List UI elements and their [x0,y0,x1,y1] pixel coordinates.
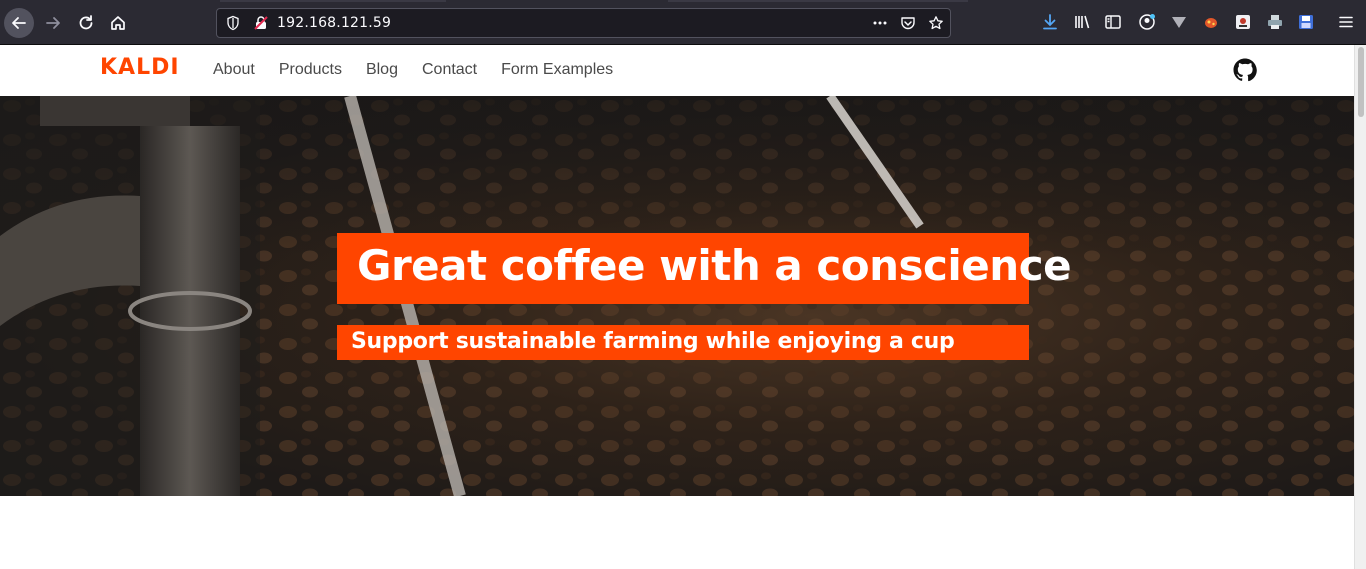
site-navbar: KALDI About Products Blog Contact Form E… [0,45,1354,96]
nav-links: About Products Blog Contact Form Example… [213,61,637,79]
tab-strip-edge [220,0,446,2]
extension-button[interactable] [1297,13,1315,31]
account-icon [1139,14,1155,30]
hero-banner: Great coffee with a conscience Support s… [0,96,1354,496]
extension-button[interactable] [1202,13,1220,31]
sidebar-button[interactable] [1104,13,1122,31]
extension-icon [1205,18,1217,28]
url-text[interactable]: 192.168.121.59 [277,15,391,31]
hero-title: Great coffee with a conscience [357,241,1072,290]
insecure-lock-icon[interactable] [253,15,269,31]
nav-link-form-examples[interactable]: Form Examples [501,61,613,79]
extension-icon [1172,17,1186,28]
menu-button[interactable] [1337,13,1355,31]
more-dots-icon[interactable] [872,15,888,31]
forward-button[interactable] [38,8,68,38]
site-logo[interactable]: KALDI [100,55,180,80]
download-button[interactable] [1041,13,1059,31]
extension-button[interactable] [1234,13,1252,31]
home-button[interactable] [103,8,133,38]
github-icon[interactable] [1233,58,1257,82]
shield-icon[interactable] [225,15,241,31]
reload-button[interactable] [71,8,101,38]
library-icon [1075,15,1090,29]
tab-strip-edge [668,0,968,2]
browser-toolbar: 192.168.121.59 [0,0,1366,45]
download-icon [1043,14,1057,30]
back-icon [12,17,26,29]
reload-icon [79,15,93,30]
bookmark-star-icon[interactable] [928,15,944,31]
hero-subtitle: Support sustainable farming while enjoyi… [351,329,955,354]
page-scrollbar[interactable] [1354,45,1366,569]
extension-icon [1268,15,1282,29]
hero-title-box: Great coffee with a conscience [337,233,1072,304]
extension-button[interactable] [1170,13,1188,31]
nav-link-products[interactable]: Products [279,61,342,79]
hero-subtitle-box: Support sustainable farming while enjoyi… [337,325,1029,360]
account-button[interactable] [1138,13,1156,31]
extension-button[interactable] [1266,13,1284,31]
nav-link-contact[interactable]: Contact [422,61,477,79]
home-icon [111,16,125,30]
extension-icon [1236,15,1250,29]
nav-link-blog[interactable]: Blog [366,61,398,79]
back-button[interactable] [4,8,34,38]
pocket-icon[interactable] [900,15,916,31]
scrollbar-thumb[interactable] [1358,47,1364,117]
extension-icon [1299,15,1313,29]
library-button[interactable] [1073,13,1091,31]
sidebar-icon [1105,15,1121,29]
url-bar[interactable]: 192.168.121.59 [216,8,951,38]
menu-icon [1339,16,1353,28]
nav-link-about[interactable]: About [213,61,255,79]
forward-icon [46,17,60,29]
